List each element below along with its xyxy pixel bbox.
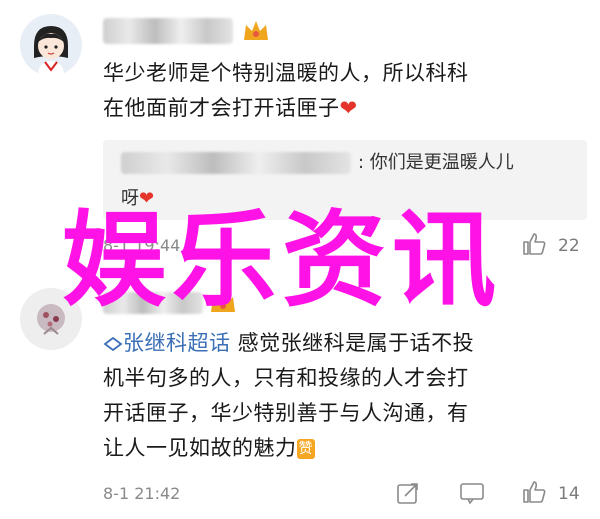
reply-line: : 你们是更温暖人儿 bbox=[358, 152, 514, 173]
reply-text: : 你们是更温暖人儿 bbox=[358, 146, 514, 180]
comment-line: 让人一见如故的魅力赞 bbox=[103, 431, 583, 466]
like-count: 14 bbox=[558, 484, 580, 504]
comment-line: 华少老师是个特别温暖的人，所以科科 bbox=[103, 61, 469, 85]
reply-username-blurred bbox=[121, 152, 351, 174]
heart-icon: ❤ bbox=[339, 96, 358, 120]
comment-time: 8-1 21:42 bbox=[103, 484, 181, 503]
username-blurred[interactable] bbox=[103, 18, 233, 44]
like-icon bbox=[523, 481, 546, 503]
comment-button[interactable] bbox=[458, 480, 486, 510]
topic-label: 张继科超话 bbox=[123, 331, 231, 355]
overlay-title: 娱乐资讯 bbox=[62, 199, 503, 321]
comment-line: 开话匣子，华少特别善于与人沟通，有 bbox=[103, 401, 469, 425]
share-icon bbox=[397, 483, 418, 504]
topic-icon bbox=[103, 336, 123, 352]
crown-icon bbox=[241, 18, 271, 49]
avatar[interactable] bbox=[20, 14, 82, 76]
comment-icon bbox=[460, 483, 484, 505]
like-icon bbox=[523, 233, 546, 255]
comment-text: 华少老师是个特别温暖的人，所以科科 在他面前才会打开话匣子❤ bbox=[103, 56, 573, 126]
comment-text: 张继科超话 感觉张继科是属于话不投 机半句多的人，只有和投缘的人才会打 开话匣子… bbox=[103, 326, 583, 466]
comment-line-text: 在他面前才会打开话匣子 bbox=[103, 96, 340, 120]
comment-line: 张继科超话 感觉张继科是属于话不投 bbox=[103, 326, 583, 361]
like-button[interactable] bbox=[520, 478, 548, 510]
avatar-girl-icon bbox=[20, 14, 82, 76]
share-button[interactable] bbox=[395, 480, 421, 510]
comment-line-text: 感觉张继科是属于话不投 bbox=[230, 331, 475, 355]
comment-line: 在他面前才会打开话匣子❤ bbox=[103, 91, 573, 126]
zan-badge: 赞 bbox=[296, 439, 315, 459]
like-count: 22 bbox=[558, 236, 580, 256]
comment-line: 机半句多的人，只有和投缘的人才会打 bbox=[103, 366, 469, 390]
like-button[interactable] bbox=[520, 230, 548, 262]
comment-line-text: 让人一见如故的魅力 bbox=[103, 436, 297, 460]
topic-link[interactable]: 张继科超话 bbox=[103, 331, 231, 355]
